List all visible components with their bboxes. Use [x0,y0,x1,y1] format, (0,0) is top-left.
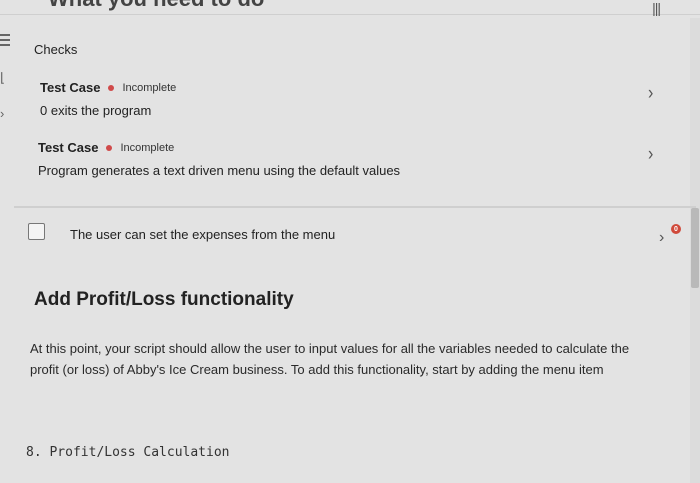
status-dot-icon [108,84,115,91]
instructions-paragraph: At this point, your script should allow … [30,341,630,377]
code-snippet: 8. Profit/Loss Calculation [26,445,230,460]
test-case-label: Test Case [40,80,101,95]
chevron-right-icon[interactable]: › [648,144,653,166]
section-title: Add Profit/Loss functionality [34,289,294,310]
pause-icon[interactable]: ||| [652,0,661,16]
task-label: The user can set the expenses from the m… [70,227,336,242]
chevron-right-icon[interactable]: › [648,83,653,105]
header-divider [0,14,700,15]
status-dot-icon [106,144,113,151]
hamburger-menu-icon[interactable] [0,34,10,46]
test-case-description: Program generates a text driven menu usi… [38,163,401,178]
task-row[interactable]: The user can set the expenses from the m… [14,212,696,260]
test-case-status: Incomplete [122,81,177,94]
test-case-item[interactable]: Test Case Incomplete 0 exits the program [40,80,176,118]
side-marker-icon: ⌊ [0,70,6,85]
chevron-right-icon[interactable]: › [659,229,664,247]
notification-badge: 0 [671,224,681,234]
test-case-description: 0 exits the program [40,103,152,118]
page-heading: What you need to do [48,0,264,12]
checks-title: Checks [34,42,78,57]
task-checkbox[interactable] [28,223,45,240]
test-case-status: Incomplete [120,141,175,154]
test-case-label: Test Case [38,140,99,155]
side-arrow-icon[interactable]: › [0,106,4,121]
test-case-item[interactable]: Test Case Incomplete Program generates a… [38,140,400,178]
section-divider [14,206,696,208]
